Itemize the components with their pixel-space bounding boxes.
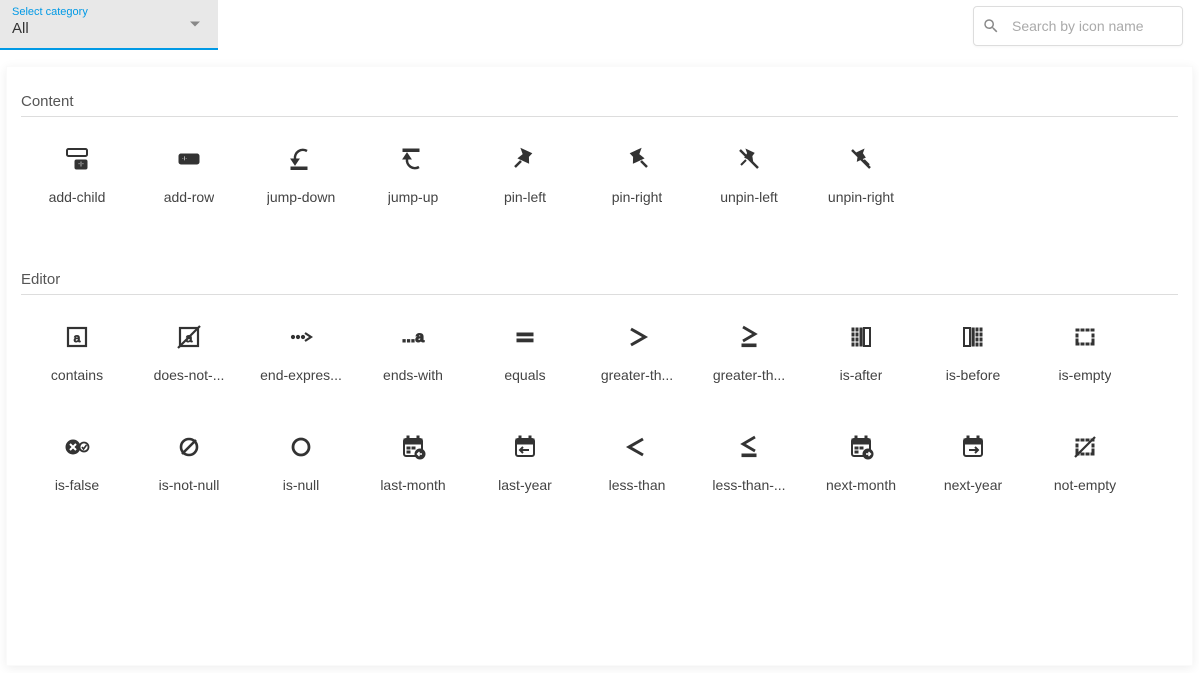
icon-cell-equals[interactable]: equals — [469, 321, 581, 383]
end-expression-icon — [281, 321, 321, 353]
icon-cell-not-empty[interactable]: not-empty — [1029, 431, 1141, 493]
pin-right-icon — [617, 143, 657, 175]
icon-label: ends-with — [383, 367, 443, 383]
icon-label: jump-down — [267, 189, 335, 205]
is-before-icon — [953, 321, 993, 353]
add-row-icon — [169, 143, 209, 175]
add-child-icon — [57, 143, 97, 175]
unpin-right-icon — [841, 143, 881, 175]
icon-label: last-year — [498, 477, 552, 493]
icon-label: not-empty — [1054, 477, 1116, 493]
is-not-null-icon — [169, 431, 209, 463]
icon-label: add-row — [164, 189, 215, 205]
icon-cell-last-year[interactable]: last-year — [469, 431, 581, 493]
pin-left-icon — [505, 143, 545, 175]
main-panel[interactable]: Content add-child add-row jump-down jump-up p… — [6, 66, 1193, 666]
icon-cell-next-year[interactable]: next-year — [917, 431, 1029, 493]
jump-down-icon — [281, 143, 321, 175]
icon-cell-end-expression[interactable]: end-expres... — [245, 321, 357, 383]
icon-cell-jump-down[interactable]: jump-down — [245, 143, 357, 205]
icon-cell-pin-left[interactable]: pin-left — [469, 143, 581, 205]
icon-cell-unpin-left[interactable]: unpin-left — [693, 143, 805, 205]
search-icon — [982, 17, 1000, 35]
icon-label: is-after — [840, 367, 883, 383]
category-select-label: Select category — [12, 6, 206, 18]
icon-cell-is-false[interactable]: is-false — [21, 431, 133, 493]
last-month-icon — [393, 431, 433, 463]
is-after-icon — [841, 321, 881, 353]
icon-label: greater-th... — [601, 367, 673, 383]
icon-label: is-null — [283, 477, 320, 493]
icon-cell-less-than-or-equal[interactable]: less-than-... — [693, 431, 805, 493]
icon-cell-greater-than[interactable]: greater-th... — [581, 321, 693, 383]
is-null-icon — [281, 431, 321, 463]
less-than-or-equal-icon — [729, 431, 769, 463]
icon-label: is-before — [946, 367, 1000, 383]
icon-label: less-than-... — [712, 477, 785, 493]
icon-label: unpin-right — [828, 189, 894, 205]
search-box[interactable] — [973, 6, 1183, 46]
icon-label: does-not-... — [154, 367, 225, 383]
icon-cell-is-null[interactable]: is-null — [245, 431, 357, 493]
icon-cell-ends-with[interactable]: ends-with — [357, 321, 469, 383]
icon-cell-less-than[interactable]: less-than — [581, 431, 693, 493]
icon-label: pin-left — [504, 189, 546, 205]
icon-cell-is-not-null[interactable]: is-not-null — [133, 431, 245, 493]
icon-grid: contains does-not-... end-expres... ends-wi… — [21, 321, 1178, 541]
jump-up-icon — [393, 143, 433, 175]
section-title: Content — [21, 93, 1178, 110]
section-divider — [21, 116, 1178, 117]
greater-than-icon — [617, 321, 657, 353]
icon-cell-last-month[interactable]: last-month — [357, 431, 469, 493]
section-title: Editor — [21, 271, 1178, 288]
icon-label: is-not-null — [159, 477, 220, 493]
icon-cell-contains[interactable]: contains — [21, 321, 133, 383]
icon-cell-greater-than-or-equal[interactable]: greater-th... — [693, 321, 805, 383]
next-month-icon — [841, 431, 881, 463]
icon-label: contains — [51, 367, 103, 383]
icon-cell-pin-right[interactable]: pin-right — [581, 143, 693, 205]
less-than-icon — [617, 431, 657, 463]
icon-label: less-than — [609, 477, 666, 493]
unpin-left-icon — [729, 143, 769, 175]
icon-cell-is-empty[interactable]: is-empty — [1029, 321, 1141, 383]
icon-cell-jump-up[interactable]: jump-up — [357, 143, 469, 205]
icon-label: equals — [504, 367, 545, 383]
icon-cell-add-child[interactable]: add-child — [21, 143, 133, 205]
icon-label: greater-th... — [713, 367, 785, 383]
category-select-value: All — [12, 20, 206, 37]
section-divider — [21, 294, 1178, 295]
ends-with-icon — [393, 321, 433, 353]
search-input[interactable] — [1010, 17, 1174, 35]
not-empty-icon — [1065, 431, 1105, 463]
icon-label: jump-up — [388, 189, 439, 205]
icon-label: end-expres... — [260, 367, 342, 383]
icon-cell-is-before[interactable]: is-before — [917, 321, 1029, 383]
equals-icon — [505, 321, 545, 353]
icon-label: next-year — [944, 477, 1002, 493]
topbar: Select category All — [0, 0, 1199, 56]
icon-label: add-child — [49, 189, 106, 205]
next-year-icon — [953, 431, 993, 463]
icon-cell-unpin-right[interactable]: unpin-right — [805, 143, 917, 205]
icon-label: unpin-left — [720, 189, 778, 205]
icon-label: is-empty — [1059, 367, 1112, 383]
icon-label: is-false — [55, 477, 99, 493]
is-false-icon — [57, 431, 97, 463]
contains-icon — [57, 321, 97, 353]
icon-label: pin-right — [612, 189, 663, 205]
icon-cell-is-after[interactable]: is-after — [805, 321, 917, 383]
category-select[interactable]: Select category All — [0, 0, 218, 50]
is-empty-icon — [1065, 321, 1105, 353]
icon-cell-add-row[interactable]: add-row — [133, 143, 245, 205]
icon-label: last-month — [380, 477, 445, 493]
icon-grid: add-child add-row jump-down jump-up pin-left… — [21, 143, 1178, 253]
icon-cell-next-month[interactable]: next-month — [805, 431, 917, 493]
icon-label: next-month — [826, 477, 896, 493]
greater-than-or-equal-icon — [729, 321, 769, 353]
icon-cell-does-not-contain[interactable]: does-not-... — [133, 321, 245, 383]
chevron-down-icon — [190, 22, 200, 27]
last-year-icon — [505, 431, 545, 463]
does-not-contain-icon — [169, 321, 209, 353]
